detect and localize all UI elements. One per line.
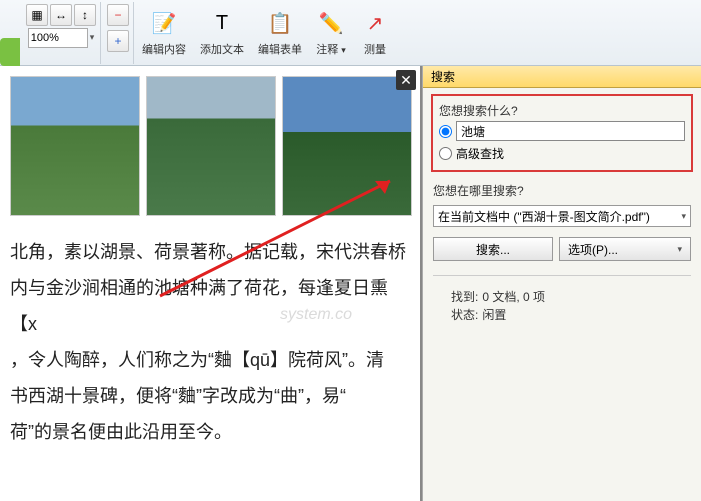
app-logo — [0, 38, 20, 66]
search-panel-title: 搜索 — [423, 66, 701, 88]
zoom-level-select[interactable] — [28, 28, 88, 48]
add-text-icon: T — [207, 9, 237, 39]
advanced-search-radio-row[interactable]: 高级查找 — [439, 143, 685, 164]
search-button[interactable]: 搜索... — [433, 237, 553, 261]
doc-image — [146, 76, 276, 216]
close-button[interactable]: ✕ — [396, 70, 416, 90]
search-what-label: 您想搜索什么? — [439, 102, 685, 119]
close-icon: ✕ — [400, 72, 412, 89]
fit-group: ▦ ↔ ↕ ▾ — [22, 2, 101, 64]
annotate-icon: ✏️ — [316, 9, 346, 39]
state-value: 闲置 — [482, 306, 506, 324]
edit-content-button[interactable]: 📝 编辑内容 — [136, 3, 192, 63]
edit-form-icon: 📋 — [265, 9, 295, 39]
chevron-down-icon: ▾ — [677, 244, 682, 255]
doc-image — [282, 76, 412, 216]
state-label: 状态: — [451, 306, 478, 324]
zoom-group: − + — [103, 2, 134, 64]
search-text-radio-row[interactable] — [439, 119, 685, 143]
toolbar: ▦ ↔ ↕ ▾ − + 📝 编辑内容 T 添加文本 📋 编辑表单 ✏️ 注释 ▾… — [0, 0, 701, 66]
search-input[interactable] — [456, 121, 685, 141]
found-label: 找到: — [451, 288, 478, 306]
options-button[interactable]: 选项(P)... ▾ — [559, 237, 691, 261]
search-text-radio[interactable] — [439, 125, 452, 138]
doc-image — [10, 76, 140, 216]
fit-page-button[interactable]: ▦ — [26, 4, 48, 26]
measure-icon: ↗ — [360, 9, 390, 39]
found-value: 0 文档, 0 项 — [482, 288, 545, 306]
highlighted-region: 您想搜索什么? 高级查找 — [431, 94, 693, 172]
edit-content-icon: 📝 — [149, 9, 179, 39]
document-content: 北角，素以湖景、荷景著称。据记载，宋代洪春桥 内与金沙涧相通的池塘种满了荷花，每… — [0, 66, 420, 460]
search-scope-dropdown[interactable]: 在当前文档中 ("西湖十景-图文简介.pdf") ▾ — [433, 205, 691, 227]
advanced-search-label: 高级查找 — [456, 145, 504, 162]
chevron-down-icon: ▾ — [681, 211, 686, 222]
document-text: 北角，素以湖景、荷景著称。据记载，宋代洪春桥 内与金沙涧相通的池塘种满了荷花，每… — [10, 234, 412, 450]
zoom-in-button[interactable]: + — [107, 30, 129, 52]
measure-button[interactable]: ↗ 测量 — [354, 3, 396, 63]
image-row — [10, 76, 412, 216]
document-pane: ✕ 北角，素以湖景、荷景著称。据记载，宋代洪春桥 内与金沙涧相通的池塘种满了荷花… — [0, 66, 422, 501]
chevron-down-icon: ▾ — [341, 45, 346, 55]
add-text-button[interactable]: T 添加文本 — [194, 3, 250, 63]
annotate-button[interactable]: ✏️ 注释 ▾ — [310, 3, 352, 63]
search-where-label: 您想在哪里搜索? — [433, 182, 691, 199]
fit-height-button[interactable]: ↕ — [74, 4, 96, 26]
fit-width-button[interactable]: ↔ — [50, 4, 72, 26]
main-area: ✕ 北角，素以湖景、荷景著称。据记载，宋代洪春桥 内与金沙涧相通的池塘种满了荷花… — [0, 66, 701, 501]
zoom-out-button[interactable]: − — [107, 4, 129, 26]
edit-form-button[interactable]: 📋 编辑表单 — [252, 3, 308, 63]
results-area: 找到: 0 文档, 0 项 状态: 闲置 — [433, 275, 691, 324]
advanced-search-radio[interactable] — [439, 147, 452, 160]
search-panel: 搜索 您想搜索什么? 高级查找 您想在哪里搜索? 在当前文档中 ("西湖十景-图… — [422, 66, 701, 501]
chevron-down-icon[interactable]: ▾ — [90, 32, 95, 43]
